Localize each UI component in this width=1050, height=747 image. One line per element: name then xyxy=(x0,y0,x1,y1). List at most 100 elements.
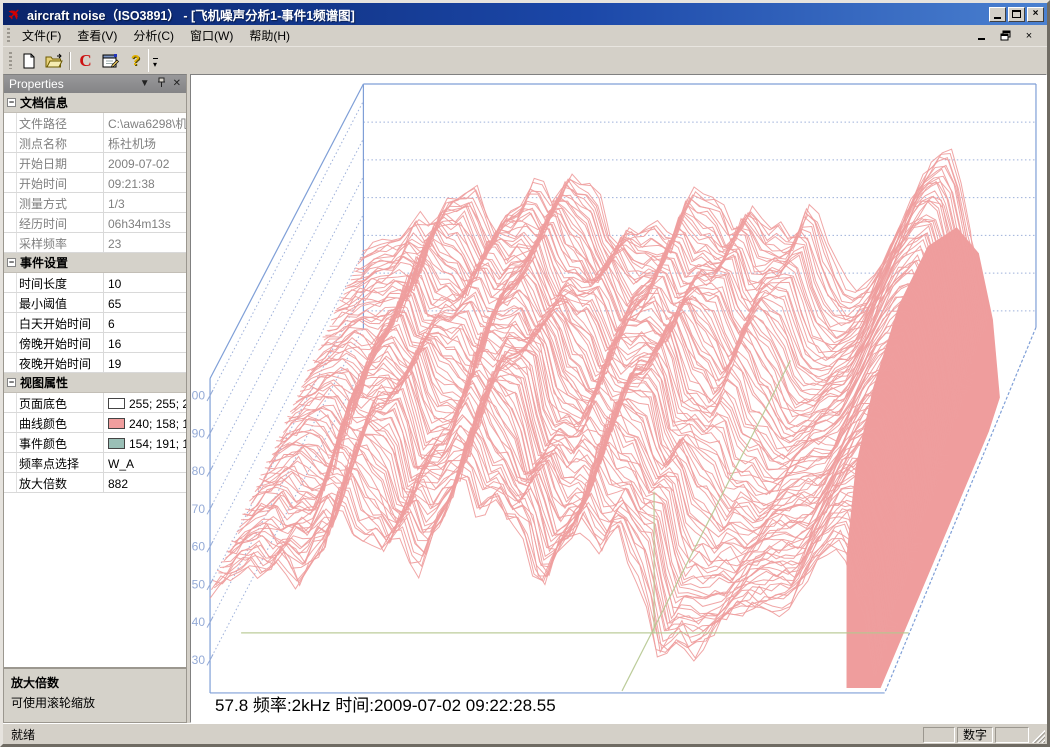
property-label: 放大倍数 xyxy=(17,473,104,492)
section-title: 事件设置 xyxy=(20,254,68,271)
toolbar-options-button[interactable]: ▾ xyxy=(148,49,161,72)
property-value-text: 65 xyxy=(108,297,121,311)
collapse-icon[interactable]: − xyxy=(7,98,16,107)
property-value[interactable]: 240; 158; 15 xyxy=(104,413,186,432)
property-value-text: 255; 255; 25 xyxy=(129,397,186,411)
menu-item-3[interactable]: 窗口(W) xyxy=(182,25,241,47)
row-indent xyxy=(4,193,17,212)
property-row: 时间长度10 xyxy=(4,273,186,293)
statusbar: 就绪 数字 xyxy=(3,723,1047,744)
color-swatch[interactable] xyxy=(108,418,125,429)
open-folder-icon xyxy=(45,53,63,69)
property-label: 曲线颜色 xyxy=(17,413,104,432)
status-pane-1 xyxy=(923,727,955,743)
collapse-icon[interactable]: − xyxy=(7,258,16,267)
property-value-text: 19 xyxy=(108,357,121,371)
property-value[interactable]: 栎社机场 xyxy=(104,133,186,152)
minimize-button[interactable] xyxy=(989,7,1006,22)
property-value[interactable]: 2009-07-02 xyxy=(104,153,186,172)
properties-panel-titlebar[interactable]: Properties ▼ ✕ xyxy=(4,75,186,93)
properties-panel-title: Properties xyxy=(9,77,64,91)
toolbar-grip[interactable] xyxy=(8,52,13,70)
property-label: 测量方式 xyxy=(17,193,104,212)
row-indent xyxy=(4,113,17,132)
property-value-text: 09:21:38 xyxy=(108,177,155,191)
property-value[interactable]: C:\awa6298\机场 xyxy=(104,113,186,132)
property-label: 开始时间 xyxy=(17,173,104,192)
property-value[interactable]: 882 xyxy=(104,473,186,492)
property-row: 事件颜色154; 191; 18 xyxy=(4,433,186,453)
property-value[interactable]: 16 xyxy=(104,333,186,352)
property-value-text: 16 xyxy=(108,337,121,351)
property-label: 最小阈值 xyxy=(17,293,104,312)
property-value-text: 06h34m13s xyxy=(108,217,171,231)
property-value[interactable]: 6 xyxy=(104,313,186,332)
property-value-text: W_A xyxy=(108,457,134,471)
property-value-text: 10 xyxy=(108,277,121,291)
panel-menu-chevron-icon[interactable]: ▼ xyxy=(140,79,150,89)
row-indent xyxy=(4,473,17,492)
property-row: 开始时间 09:21:38 xyxy=(4,173,186,193)
property-value-text: 2009-07-02 xyxy=(108,157,169,171)
menu-item-1[interactable]: 查看(V) xyxy=(69,25,125,47)
menu-item-4[interactable]: 帮助(H) xyxy=(241,25,298,47)
maximize-button[interactable] xyxy=(1008,7,1025,22)
property-value[interactable]: 09:21:38 xyxy=(104,173,186,192)
mdi-minimize-button[interactable] xyxy=(973,29,989,43)
property-value-text: 栎社机场 xyxy=(108,135,156,152)
panel-close-icon[interactable]: ✕ xyxy=(173,79,181,89)
help-button[interactable]: ? xyxy=(123,49,148,72)
property-label: 白天开始时间 xyxy=(17,313,104,332)
property-value[interactable]: 19 xyxy=(104,353,186,372)
mdi-close-button[interactable]: × xyxy=(1021,29,1037,43)
resize-grip[interactable] xyxy=(1032,730,1045,743)
new-document-icon xyxy=(21,53,37,69)
window-title: aircraft noise（ISO3891） - [飞机噪声分析1-事件1频谱… xyxy=(27,5,355,24)
color-swatch[interactable] xyxy=(108,438,125,449)
property-value[interactable]: 255; 255; 25 xyxy=(104,393,186,412)
row-indent xyxy=(4,433,17,452)
menubar-grip[interactable] xyxy=(6,28,11,43)
property-description-title: 放大倍数 xyxy=(11,674,179,691)
close-button[interactable]: × xyxy=(1027,7,1044,22)
property-value[interactable]: 06h34m13s xyxy=(104,213,186,232)
section-header[interactable]: −视图属性 xyxy=(4,373,186,393)
properties-grid: −文档信息文件路径C:\awa6298\机场测点名称栎社机场开始日期2009-0… xyxy=(4,93,186,493)
property-value-text: 154; 191; 18 xyxy=(129,437,186,451)
section-header[interactable]: −文档信息 xyxy=(4,93,186,113)
toolbar: C ? ▾ xyxy=(3,47,1047,74)
open-file-button[interactable] xyxy=(41,49,66,72)
section-header[interactable]: −事件设置 xyxy=(4,253,186,273)
row-indent xyxy=(4,173,17,192)
menu-item-2[interactable]: 分析(C) xyxy=(125,25,182,47)
new-document-button[interactable] xyxy=(16,49,41,72)
color-swatch[interactable] xyxy=(108,398,125,409)
y-axis-tick-label: 80 xyxy=(192,464,206,478)
property-value[interactable]: 10 xyxy=(104,273,186,292)
c-tool-button[interactable]: C xyxy=(73,49,98,72)
pin-icon[interactable] xyxy=(157,77,166,91)
property-row: 放大倍数882 xyxy=(4,473,186,493)
property-value[interactable]: 23 xyxy=(104,233,186,252)
mdi-restore-button[interactable] xyxy=(997,29,1013,43)
property-value-text: 240; 158; 15 xyxy=(129,417,186,431)
property-value[interactable]: W_A xyxy=(104,453,186,472)
property-description-text: 可使用滚轮缩放 xyxy=(11,694,179,711)
property-row: 最小阈值 65 xyxy=(4,293,186,313)
properties-button[interactable] xyxy=(98,49,123,72)
status-pane-3 xyxy=(995,727,1029,743)
property-label: 频率点选择 xyxy=(17,453,104,472)
collapse-icon[interactable]: − xyxy=(7,378,16,387)
property-row: 傍晚开始时间16 xyxy=(4,333,186,353)
property-row: 测点名称栎社机场 xyxy=(4,133,186,153)
titlebar[interactable]: ✈ aircraft noise（ISO3891） - [飞机噪声分析1-事件1… xyxy=(3,3,1047,25)
property-value[interactable]: 65 xyxy=(104,293,186,312)
property-value[interactable]: 154; 191; 18 xyxy=(104,433,186,452)
section-title: 视图属性 xyxy=(20,374,68,391)
client-area: Properties ▼ ✕ −文档信息文件路径C:\awa6298\机场测点名… xyxy=(3,74,1047,723)
menu-item-0[interactable]: 文件(F) xyxy=(14,25,69,47)
property-row: 测量方式1/3 xyxy=(4,193,186,213)
property-value[interactable]: 1/3 xyxy=(104,193,186,212)
airplane-icon: ✈ xyxy=(3,2,26,25)
spectrogram-chart-panel[interactable]: 1009080706050403057.8 频率:2kHz 时间:2009-07… xyxy=(190,74,1047,723)
